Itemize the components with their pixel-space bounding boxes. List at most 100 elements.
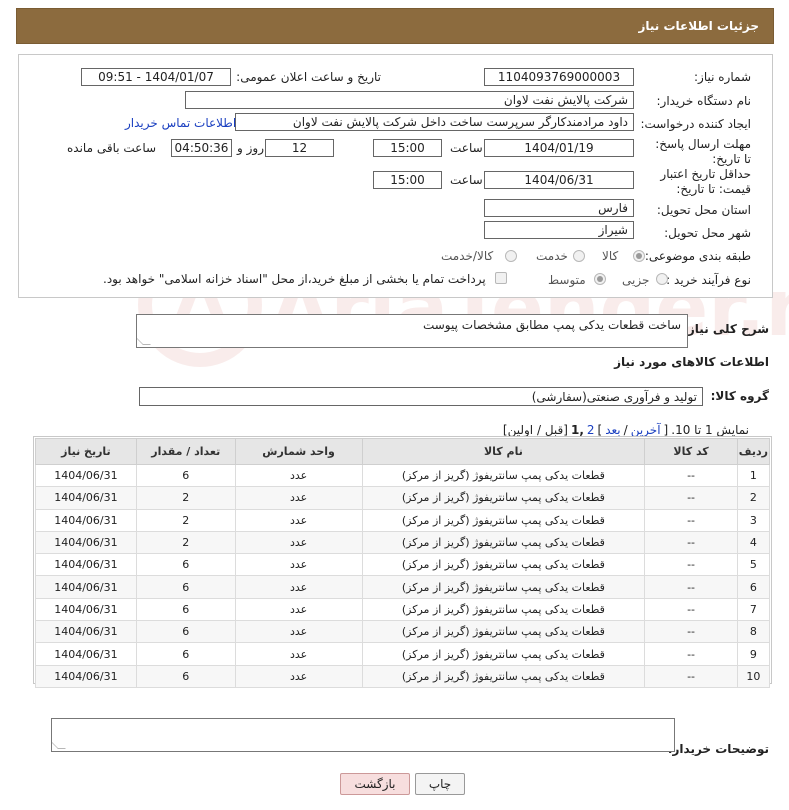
resize-grip-icon (137, 337, 151, 345)
col-unit: واحد شمارش (234, 438, 363, 465)
table-row: 8 -- قطعات یدکی پمپ سانتریفوژ (گریز از مرک… (35, 620, 771, 644)
pagination-range: نمایش 1 تا 10. (671, 423, 749, 437)
cell-row-number: 4 (736, 530, 771, 555)
items-table-container: ردیف کد کالا نام کالا واحد شمارش تعداد /… (33, 436, 772, 688)
remaining-label: ساعت باقی مانده (67, 141, 157, 155)
cell-item-code: -- (644, 508, 738, 532)
table-row: 2 -- قطعات یدکی پمپ سانتریفوژ (گریز از مرک… (35, 486, 771, 510)
col-quantity: تعداد / مقدار (135, 438, 236, 465)
pagination-last-link[interactable]: آخرین (631, 423, 661, 437)
cell-quantity: 2 (135, 508, 236, 532)
process-minor-label: جزیی (622, 273, 650, 287)
cell-unit: عدد (234, 508, 363, 532)
cell-item-name: قطعات یدکی پمپ سانتریفوژ (گریز از مرکز) (361, 508, 646, 532)
table-row: 10 -- قطعات یدکی پمپ سانتریفوژ (گریز از مر… (35, 664, 771, 688)
items-table: ردیف کد کالا نام کالا واحد شمارش تعداد /… (35, 438, 771, 688)
price-validity-label: حداقل تاریخ اعتبار قیمت: تا تاریخ: (660, 167, 751, 196)
validity-time-field: 15:00 (373, 171, 442, 189)
pagination-page-2[interactable]: 2 (587, 423, 595, 437)
cell-quantity: 2 (135, 530, 236, 555)
col-item-name: نام کالا (361, 438, 646, 465)
cell-need-date: 1404/06/31 (35, 575, 137, 599)
table-row: 4 -- قطعات یدکی پمپ سانتریفوژ (گریز از مرک… (35, 530, 771, 555)
cell-quantity: 6 (135, 664, 236, 688)
buyer-notes-textarea[interactable] (51, 718, 675, 752)
category-both-radio[interactable] (505, 250, 517, 262)
table-row: 9 -- قطعات یدکی پمپ سانتریفوژ (گریز از مرک… (35, 642, 771, 666)
table-header-row: ردیف کد کالا نام کالا واحد شمارش تعداد /… (35, 438, 771, 465)
summary-textarea[interactable]: ساخت قطعات یدکی پمپ مطابق مشخصات پیوست (136, 314, 688, 348)
cell-item-code: -- (644, 463, 738, 488)
city-field: شیراز (484, 221, 634, 239)
table-row: 6 -- قطعات یدکی پمپ سانتریفوژ (گریز از مرک… (35, 575, 771, 599)
col-row-number: ردیف (736, 438, 771, 465)
process-medium-label: متوسط (548, 273, 586, 287)
cell-need-date: 1404/06/31 (35, 664, 137, 688)
treasury-checkbox[interactable] (495, 272, 507, 284)
process-minor-radio[interactable] (656, 273, 668, 285)
goods-section-title: اطلاعات کالاهای مورد نیاز (614, 355, 769, 369)
cell-item-code: -- (644, 597, 738, 622)
cell-item-name: قطعات یدکی پمپ سانتریفوژ (گریز از مرکز) (361, 642, 646, 666)
cell-item-code: -- (644, 642, 738, 666)
cell-quantity: 6 (135, 597, 236, 622)
cell-row-number: 10 (736, 664, 771, 688)
buyer-org-label: نام دستگاه خریدار: (656, 94, 752, 108)
cell-unit: عدد (234, 597, 363, 622)
cell-unit: عدد (234, 575, 363, 599)
reply-time-label: ساعت (450, 141, 483, 155)
pagination-page-1: ,1 (570, 423, 584, 437)
cell-quantity: 2 (135, 486, 236, 510)
back-button[interactable]: بازگشت (340, 773, 410, 795)
table-row: 3 -- قطعات یدکی پمپ سانتریفوژ (گریز از مرک… (35, 508, 771, 532)
cell-item-code: -- (644, 664, 738, 688)
category-service-radio[interactable] (573, 250, 585, 262)
category-service-label: خدمت (536, 249, 568, 263)
cell-quantity: 6 (135, 575, 236, 599)
cell-row-number: 1 (736, 463, 771, 488)
cell-item-name: قطعات یدکی پمپ سانتریفوژ (گریز از مرکز) (361, 597, 646, 622)
reply-days-field: 12 (265, 139, 334, 157)
page-header: جزئیات اطلاعات نیاز (16, 8, 774, 44)
print-button[interactable]: چاپ (415, 773, 465, 795)
cell-need-date: 1404/06/31 (35, 486, 137, 510)
reply-deadline-label: مهلت ارسال پاسخ: تا تاریخ: (655, 137, 751, 166)
cell-need-date: 1404/06/31 (35, 642, 137, 666)
pagination: نمایش 1 تا 10. [ آخرین / بعد ] 2 ,1 [قبل… (503, 423, 749, 437)
table-row: 5 -- قطعات یدکی پمپ سانتریفوژ (گریز از مرک… (35, 553, 771, 577)
process-medium-radio[interactable] (594, 273, 606, 285)
need-number-field: 1104093769000003 (484, 68, 634, 86)
process-label: نوع فرآیند خرید : (666, 273, 751, 287)
cell-unit: عدد (234, 664, 363, 688)
cell-unit: عدد (234, 463, 363, 488)
need-number-label: شماره نیاز: (694, 70, 751, 84)
page-title: جزئیات اطلاعات نیاز (638, 19, 759, 33)
summary-label: شرح کلی نیاز: (683, 322, 769, 336)
pagination-prev-first: [قبل / اولین] (502, 423, 568, 437)
cell-item-name: قطعات یدکی پمپ سانتریفوژ (گریز از مرکز) (361, 486, 646, 510)
cell-need-date: 1404/06/31 (35, 530, 137, 555)
cell-unit: عدد (234, 620, 363, 644)
pagination-next-link[interactable]: بعد (605, 423, 620, 437)
col-item-code: کد کالا (644, 438, 738, 465)
requester-field: داود مرادمندکارگر سرپرست ساخت داخل شرکت … (235, 113, 634, 131)
cell-unit: عدد (234, 530, 363, 555)
pagination-close-bracket: ] (597, 423, 603, 437)
validity-date-field: 1404/06/31 (484, 171, 634, 189)
resize-grip-icon (52, 741, 66, 749)
buyer-org-field: شرکت پالایش نفت لاوان (185, 91, 634, 109)
goods-group-label: گروه کالا: (710, 389, 769, 403)
cell-need-date: 1404/06/31 (35, 553, 137, 577)
pagination-open-bracket: [ (663, 423, 669, 437)
announce-label: تاریخ و ساعت اعلان عمومی: (236, 70, 381, 84)
cell-unit: عدد (234, 553, 363, 577)
contact-info-link[interactable]: اطلاعات تماس خریدار (125, 116, 236, 130)
category-goods-radio[interactable] (633, 250, 645, 262)
table-row: 1 -- قطعات یدکی پمپ سانتریفوژ (گریز از مرک… (35, 463, 771, 488)
cell-quantity: 6 (135, 463, 236, 488)
buyer-notes-label: توضیحات خریدار: (667, 742, 769, 756)
cell-item-code: -- (644, 486, 738, 510)
goods-group-field: تولید و فرآوری صنعتی(سفارشی) (139, 387, 703, 406)
cell-row-number: 8 (736, 620, 771, 644)
cell-item-name: قطعات یدکی پمپ سانتریفوژ (گریز از مرکز) (361, 620, 646, 644)
